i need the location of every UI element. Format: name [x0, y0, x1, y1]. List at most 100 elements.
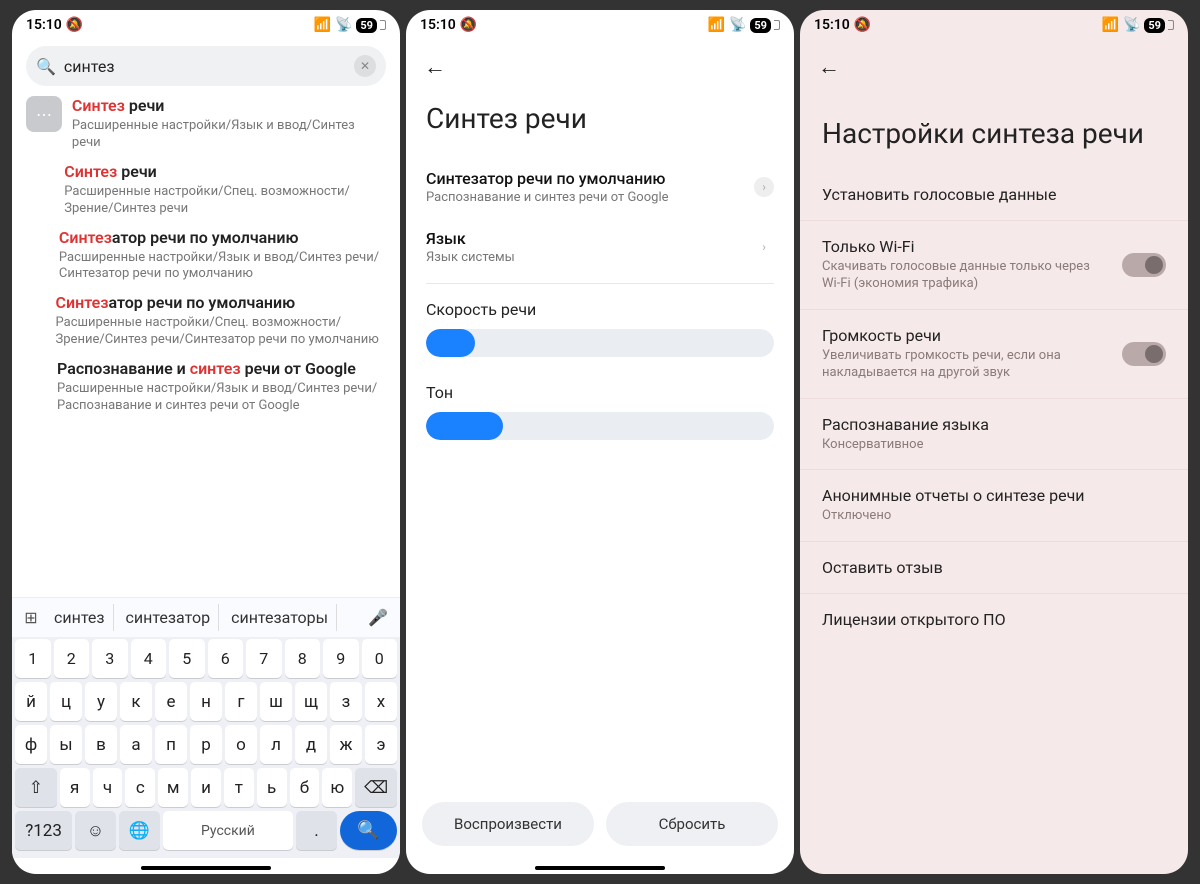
key-р[interactable]: р: [190, 725, 222, 764]
suggestion[interactable]: синтезаторы: [223, 604, 337, 631]
key-х[interactable]: х: [365, 682, 397, 721]
setting-speech-volume[interactable]: Громкость речи Увеличивать громкость реч…: [800, 310, 1188, 399]
back-button[interactable]: ←: [800, 40, 1188, 86]
battery-level: 59: [1144, 18, 1165, 33]
key-щ[interactable]: щ: [295, 682, 327, 721]
key-8[interactable]: 8: [285, 639, 321, 678]
key-з[interactable]: з: [330, 682, 362, 721]
speech-rate-slider[interactable]: [426, 329, 774, 357]
wifi-only-toggle[interactable]: [1122, 253, 1166, 277]
key-ц[interactable]: ц: [50, 682, 82, 721]
period-key[interactable]: .: [296, 811, 337, 850]
chevron-right-icon: ›: [754, 237, 774, 257]
key-к[interactable]: к: [120, 682, 152, 721]
setting-feedback[interactable]: Оставить отзыв: [800, 542, 1188, 594]
key-е[interactable]: е: [155, 682, 187, 721]
keyboard-suggestions: ⊞ синтез синтезатор синтезаторы 🎤: [12, 597, 400, 637]
key-ю[interactable]: ю: [322, 768, 352, 807]
key-ж[interactable]: ж: [330, 725, 362, 764]
setting-anonymous-reports[interactable]: Анонимные отчеты о синтезе речи Отключен…: [800, 470, 1188, 542]
setting-speech-rate: Скорость речи: [406, 290, 794, 373]
key-3[interactable]: 3: [92, 639, 128, 678]
key-1[interactable]: 1: [15, 639, 51, 678]
signal-icon: 📶: [314, 17, 331, 33]
key-4[interactable]: 4: [131, 639, 167, 678]
suggestion[interactable]: синтезатор: [118, 604, 220, 631]
signal-icon: 📶: [708, 17, 725, 33]
key-7[interactable]: 7: [246, 639, 282, 678]
suggestion[interactable]: синтез: [46, 604, 114, 631]
battery-icon: [380, 20, 386, 30]
mode-key[interactable]: ?123: [15, 811, 72, 850]
mic-icon[interactable]: 🎤: [364, 608, 392, 627]
nav-handle[interactable]: [141, 866, 271, 870]
key-ш[interactable]: ш: [260, 682, 292, 721]
setting-wifi-only[interactable]: Только Wi-Fi Скачивать голосовые данные …: [800, 221, 1188, 310]
pitch-slider[interactable]: [426, 412, 774, 440]
slider-fill: [426, 412, 503, 440]
status-bar: 15:10 🔕 📶 📡 59: [12, 10, 400, 40]
key-ч[interactable]: ч: [93, 768, 123, 807]
key-ь[interactable]: ь: [257, 768, 287, 807]
play-button[interactable]: Воспроизвести: [422, 802, 594, 846]
search-result[interactable]: Синтезатор речи по умолчанию Расширенные…: [26, 228, 386, 284]
phone-search: 15:10 🔕 📶 📡 59 🔍 синтез ✕ ⋯ Синтез речи …: [12, 10, 400, 874]
search-key[interactable]: 🔍: [340, 811, 397, 850]
key-а[interactable]: а: [120, 725, 152, 764]
key-д[interactable]: д: [295, 725, 327, 764]
search-result[interactable]: Синтезатор речи по умолчанию Расширенные…: [26, 293, 386, 349]
key-0[interactable]: 0: [362, 639, 398, 678]
key-ы[interactable]: ы: [50, 725, 82, 764]
key-н[interactable]: н: [190, 682, 222, 721]
apps-grid-icon[interactable]: ⊞: [20, 607, 42, 629]
search-result[interactable]: Распознавание и синтез речи от Google Ра…: [26, 359, 386, 415]
key-о[interactable]: о: [225, 725, 257, 764]
search-result[interactable]: Синтез речи Расширенные настройки/Спец. …: [26, 162, 386, 218]
key-г[interactable]: г: [225, 682, 257, 721]
key-п[interactable]: п: [155, 725, 187, 764]
setting-default-engine[interactable]: Синтезатор речи по умолчанию Распознаван…: [406, 157, 794, 217]
key-л[interactable]: л: [260, 725, 292, 764]
key-й[interactable]: й: [15, 682, 47, 721]
key-б[interactable]: б: [290, 768, 320, 807]
setting-language-detection[interactable]: Распознавание языка Консервативное: [800, 399, 1188, 471]
keyboard: 1234567890 йцукенгшщзх фывапролджэ ⇧ ячс…: [12, 637, 400, 858]
key-я[interactable]: я: [60, 768, 90, 807]
key-5[interactable]: 5: [169, 639, 205, 678]
key-у[interactable]: у: [85, 682, 117, 721]
phone-tts-settings: 15:10 🔕 📶 📡 59 ← Синтез речи Синтезатор …: [406, 10, 794, 874]
setting-language[interactable]: Язык Язык системы ›: [406, 217, 794, 277]
space-key[interactable]: Русский: [163, 811, 293, 850]
nav-handle[interactable]: [535, 866, 665, 870]
globe-key[interactable]: 🌐: [119, 811, 160, 850]
volume-boost-toggle[interactable]: [1122, 342, 1166, 366]
key-с[interactable]: с: [125, 768, 155, 807]
key-ф[interactable]: ф: [15, 725, 47, 764]
search-input-value[interactable]: синтез: [64, 57, 346, 76]
search-field[interactable]: 🔍 синтез ✕: [26, 46, 386, 86]
emoji-key[interactable]: ☺: [75, 811, 116, 850]
clock: 15:10: [26, 17, 62, 33]
clock: 15:10: [420, 17, 456, 33]
shift-key[interactable]: ⇧: [15, 768, 57, 807]
key-э[interactable]: э: [365, 725, 397, 764]
key-м[interactable]: м: [158, 768, 188, 807]
clear-icon[interactable]: ✕: [354, 55, 376, 77]
mute-icon: 🔕: [66, 17, 83, 33]
back-button[interactable]: ←: [406, 40, 794, 86]
key-и[interactable]: и: [191, 768, 221, 807]
key-9[interactable]: 9: [323, 639, 359, 678]
search-result[interactable]: ⋯ Синтез речи Расширенные настройки/Язык…: [26, 96, 386, 152]
reset-button[interactable]: Сбросить: [606, 802, 778, 846]
backspace-key[interactable]: ⌫: [355, 768, 397, 807]
key-в[interactable]: в: [85, 725, 117, 764]
search-results: ⋯ Синтез речи Расширенные настройки/Язык…: [12, 92, 400, 597]
setting-licenses[interactable]: Лицензии открытого ПО: [800, 594, 1188, 645]
setting-install-voices[interactable]: Установить голосовые данные: [800, 169, 1188, 221]
page-title: Настройки синтеза речи: [800, 86, 1188, 169]
key-2[interactable]: 2: [54, 639, 90, 678]
key-т[interactable]: т: [224, 768, 254, 807]
key-6[interactable]: 6: [208, 639, 244, 678]
slider-fill: [426, 329, 475, 357]
battery-level: 59: [750, 18, 771, 33]
